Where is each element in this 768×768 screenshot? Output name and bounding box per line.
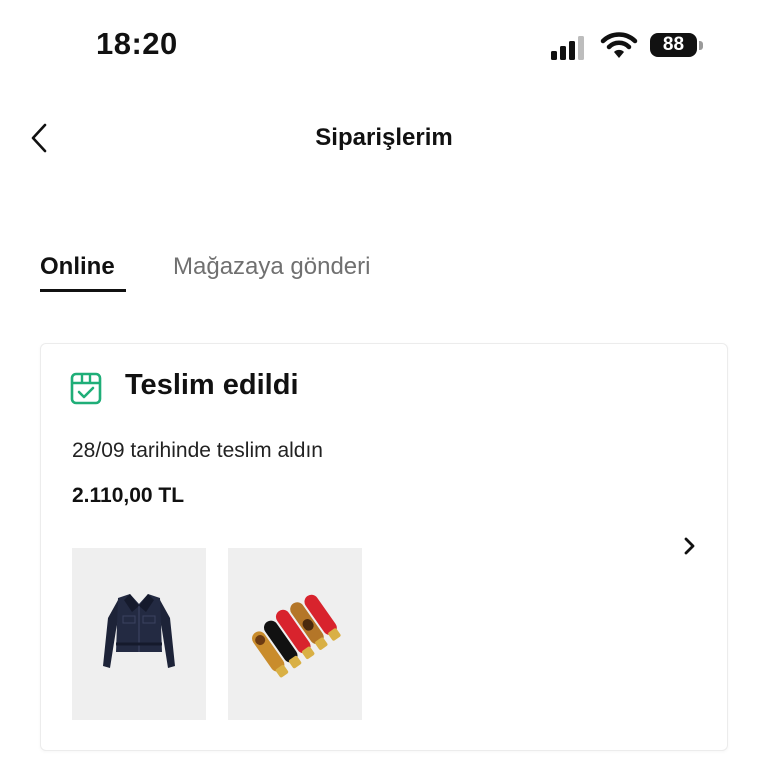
product-thumbnail[interactable] xyxy=(72,548,206,720)
battery-icon: 88 xyxy=(650,32,706,60)
package-check-icon xyxy=(69,370,103,406)
delivery-date-text: 28/09 tarihinde teslim aldın xyxy=(72,439,323,462)
tab-store-delivery[interactable]: Mağazaya gönderi xyxy=(173,253,370,281)
product-thumbnail[interactable] xyxy=(228,548,362,720)
chevron-right-icon xyxy=(684,537,695,555)
tab-online[interactable]: Online xyxy=(40,253,115,281)
cellular-signal-icon xyxy=(551,34,585,60)
page-title: Siparişlerim xyxy=(315,124,453,151)
active-tab-indicator xyxy=(40,289,126,292)
denim-jacket-image xyxy=(103,594,175,668)
order-total: 2.110,00 TL xyxy=(72,484,185,507)
hair-clips-image xyxy=(252,594,341,678)
status-time: 18:20 xyxy=(96,26,178,61)
wifi-icon xyxy=(600,32,638,60)
order-status: Teslim edildi xyxy=(125,369,299,401)
order-detail-button[interactable] xyxy=(680,534,700,558)
battery-level: 88 xyxy=(650,33,697,57)
